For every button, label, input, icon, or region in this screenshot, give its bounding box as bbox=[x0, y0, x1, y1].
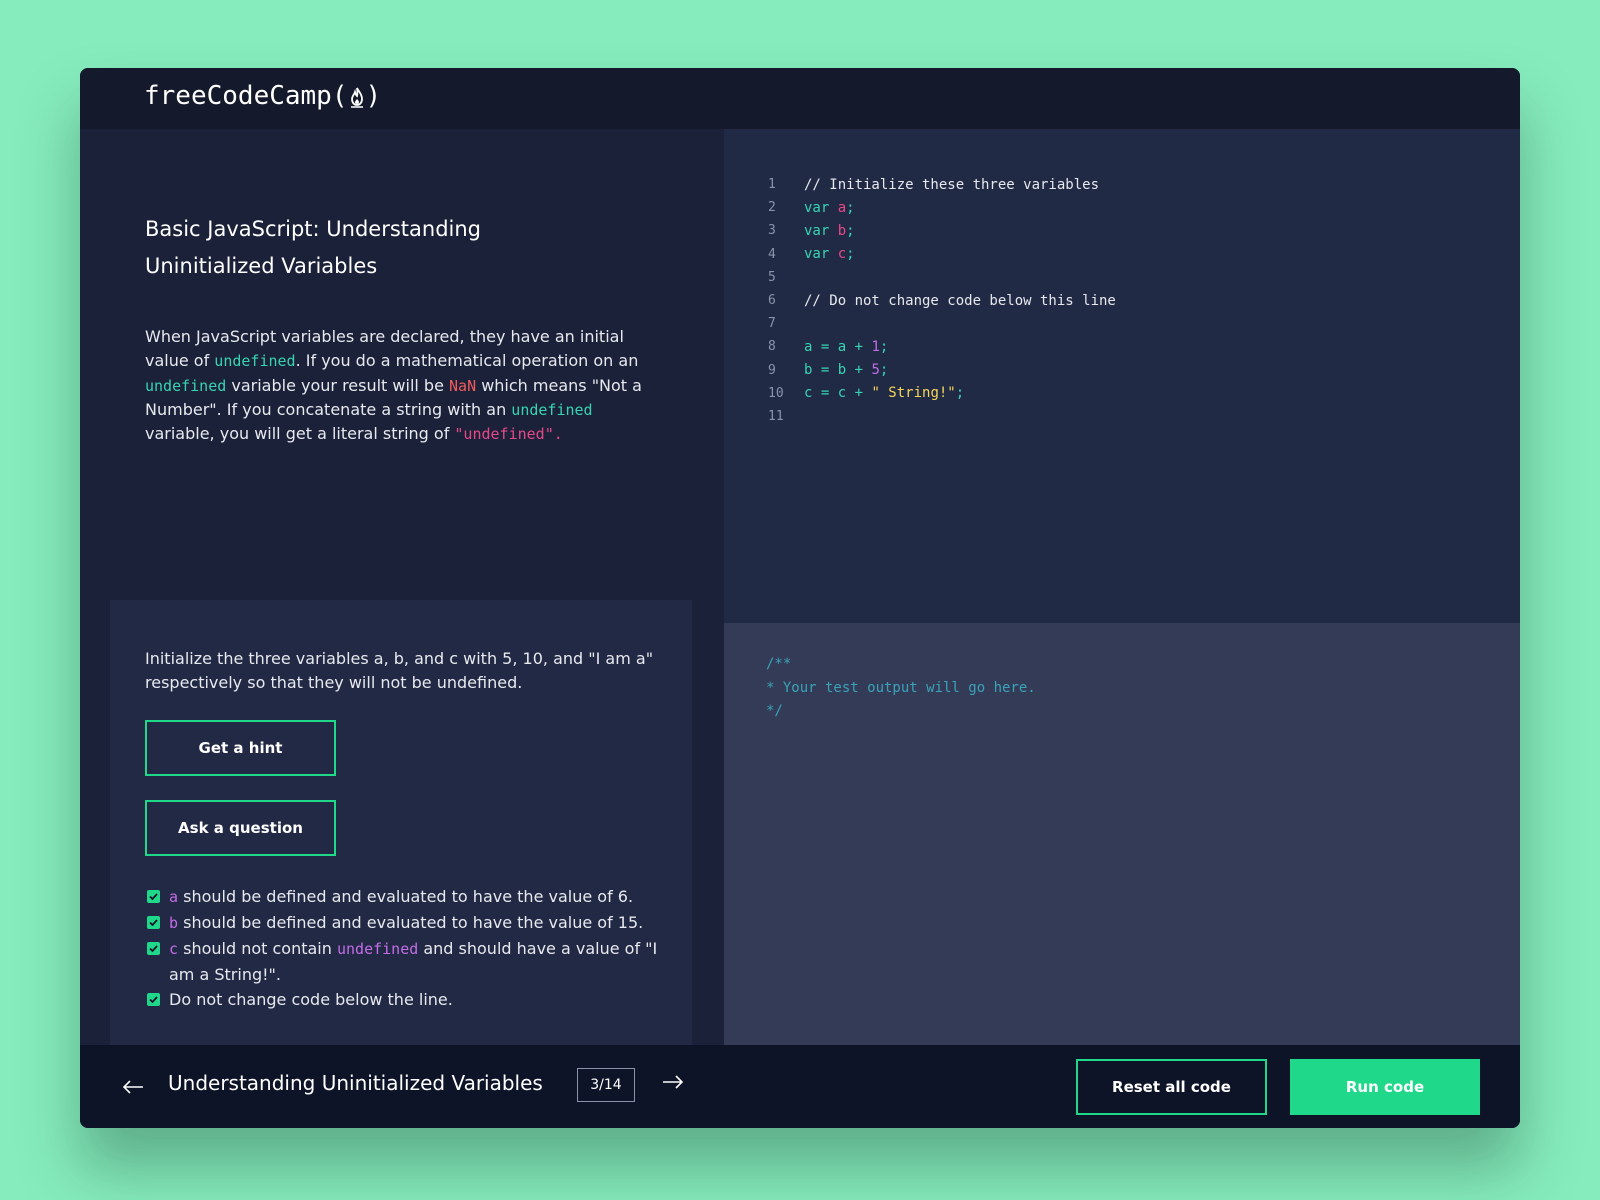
line-number: 1 bbox=[768, 177, 776, 193]
code-undefined: undefined bbox=[145, 376, 227, 395]
code-text: var c; bbox=[804, 246, 855, 263]
test-text: should not contain bbox=[178, 939, 337, 958]
code-undefined: undefined bbox=[511, 400, 593, 419]
code-line: 7 bbox=[768, 312, 1116, 335]
line-number: 3 bbox=[768, 223, 776, 239]
code-undefined-string: "undefined". bbox=[454, 425, 563, 444]
arrow-left-icon[interactable] bbox=[120, 1074, 150, 1104]
test-code: undefined bbox=[336, 940, 419, 958]
current-lesson-name: Understanding Uninitialized Variables bbox=[168, 1071, 543, 1095]
test-text: should be defined and evaluated to have … bbox=[178, 887, 634, 906]
test-output-panel: /** * Your test output will go here. */ bbox=[724, 623, 1520, 1045]
freecodecamp-logo[interactable]: freeCodeCamp( ) bbox=[144, 81, 381, 111]
test-item: b should be defined and evaluated to hav… bbox=[147, 910, 667, 936]
ask-question-button[interactable]: Ask a question bbox=[145, 800, 336, 856]
code-line: 2 var a; bbox=[768, 196, 1116, 219]
test-item: a should be defined and evaluated to hav… bbox=[147, 884, 667, 910]
code-lines: 1 // Initialize these three variables 2 va… bbox=[768, 173, 1116, 428]
test-code: b bbox=[169, 914, 179, 932]
line-number: 2 bbox=[768, 200, 776, 216]
code-text: b = b + 5; bbox=[804, 362, 889, 379]
code-line: 6 // Do not change code below this line bbox=[768, 289, 1116, 312]
check-icon bbox=[147, 942, 160, 955]
code-text: // Initialize these three variables bbox=[804, 176, 1100, 193]
code-line: 11 bbox=[768, 405, 1116, 428]
code-text: // Do not change code below this line bbox=[804, 292, 1116, 309]
lesson-title: Basic JavaScript: Understanding Uninitia… bbox=[145, 217, 482, 278]
task-instructions: Initialize the three variables a, b, and… bbox=[145, 649, 654, 693]
code-text: var a; bbox=[804, 199, 855, 216]
app-window: freeCodeCamp( ) Basic JavaScript: Unders… bbox=[80, 68, 1520, 1128]
test-code: a bbox=[169, 888, 179, 906]
line-number: 7 bbox=[768, 316, 776, 332]
code-line: 1 // Initialize these three variables bbox=[768, 173, 1116, 196]
description-text: . If you do a mathematical operation on … bbox=[295, 351, 639, 371]
code-line: 9 b = b + 5; bbox=[768, 359, 1116, 382]
code-line: 3 var b; bbox=[768, 219, 1116, 242]
run-code-button[interactable]: Run code bbox=[1290, 1059, 1480, 1115]
line-number: 9 bbox=[768, 362, 776, 378]
test-item: c should not contain undefined and shoul… bbox=[147, 936, 667, 987]
test-item: Do not change code below the line. bbox=[147, 987, 667, 1012]
check-icon bbox=[147, 993, 160, 1006]
line-number: 6 bbox=[768, 293, 776, 309]
code-line: 8 a = a + 1; bbox=[768, 335, 1116, 358]
instructions-box: Initialize the three variables a, b, and… bbox=[110, 600, 692, 1066]
lesson-progress-badge: 3/14 bbox=[577, 1068, 635, 1102]
code-line: 5 bbox=[768, 266, 1116, 289]
line-number: 4 bbox=[768, 246, 776, 262]
code-line: 10 c = c + " String!"; bbox=[768, 382, 1116, 405]
test-list: a should be defined and evaluated to hav… bbox=[147, 884, 667, 1012]
lesson-description: When JavaScript variables are declared, … bbox=[145, 325, 660, 446]
code-undefined: undefined bbox=[214, 352, 296, 371]
code-text: a = a + 1; bbox=[804, 338, 889, 355]
logo-text-start: freeCodeCamp( bbox=[144, 81, 348, 111]
top-bar: freeCodeCamp( ) bbox=[80, 68, 1520, 129]
test-text: should be defined and evaluated to have … bbox=[178, 913, 644, 932]
check-icon bbox=[147, 890, 160, 903]
code-line: 4 var c; bbox=[768, 243, 1116, 266]
code-editor[interactable]: 1 // Initialize these three variables 2 va… bbox=[724, 129, 1520, 623]
get-hint-button[interactable]: Get a hint bbox=[145, 720, 336, 776]
code-text: var b; bbox=[804, 222, 855, 239]
logo-text-end: ) bbox=[365, 81, 382, 111]
test-text: Do not change code below the line. bbox=[169, 990, 453, 1009]
line-number: 11 bbox=[768, 408, 784, 424]
flame-icon bbox=[349, 85, 365, 108]
bottom-bar: Understanding Uninitialized Variables 3/… bbox=[80, 1045, 1520, 1128]
test-output-text: /** * Your test output will go here. */ bbox=[766, 656, 1036, 719]
arrow-right-icon[interactable] bbox=[660, 1069, 690, 1099]
line-number: 5 bbox=[768, 269, 776, 285]
test-code: c bbox=[169, 940, 179, 958]
description-text: variable, you will get a literal string … bbox=[145, 424, 455, 444]
code-text: c = c + " String!"; bbox=[804, 385, 965, 402]
line-number: 10 bbox=[768, 385, 784, 401]
reset-all-code-button[interactable]: Reset all code bbox=[1076, 1059, 1267, 1115]
code-nan: NaN bbox=[449, 376, 477, 395]
lesson-panel: Basic JavaScript: Understanding Uninitia… bbox=[80, 129, 724, 1066]
check-icon bbox=[147, 916, 160, 929]
line-number: 8 bbox=[768, 339, 776, 355]
description-text: variable your result will be bbox=[226, 375, 450, 395]
